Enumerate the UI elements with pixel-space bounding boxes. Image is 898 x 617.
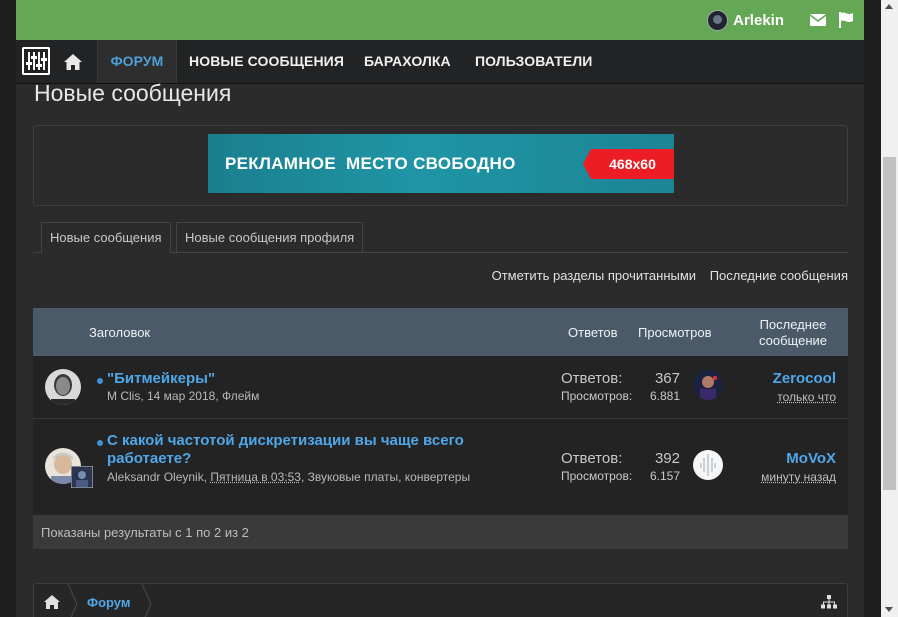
breadcrumb-separator [142, 584, 152, 617]
results-summary: Показаны результаты с 1 по 2 из 2 [33, 516, 848, 549]
latest-posts-link[interactable]: Последние сообщения [710, 268, 848, 283]
home-icon[interactable] [44, 595, 60, 609]
ad-banner[interactable]: РЕКЛАМНОЕ МЕСТО СВОБОДНО 468x60 [208, 134, 674, 193]
tab-new-posts[interactable]: Новые сообщения [41, 222, 171, 253]
tab-new-profile-posts[interactable]: Новые сообщения профиля [176, 222, 364, 252]
replies-label: Ответов: [561, 450, 623, 467]
views-count: 6.881 [649, 389, 680, 403]
scrollbar-thumb[interactable] [883, 157, 896, 490]
scroll-down-arrow-icon[interactable] [885, 607, 893, 612]
tabs: Новые сообщения Новые сообщения профиля [33, 222, 848, 253]
mark-read-link[interactable]: Отметить разделы прочитанными [492, 268, 696, 283]
header-last-post[interactable]: Последнее сообщение [748, 317, 838, 349]
replies-count: 392 [654, 450, 680, 467]
left-gutter [0, 0, 16, 617]
ad-size-badge: 468x60 [583, 149, 674, 179]
nav-new-posts[interactable]: НОВЫЕ СООБЩЕНИЯ [189, 40, 344, 83]
nav-marketplace[interactable]: БАРАХОЛКА [364, 40, 451, 83]
thread-forum[interactable]: Флейм [222, 389, 259, 403]
small-avatar[interactable] [71, 466, 93, 488]
last-poster-name[interactable]: Zerocool [773, 370, 836, 387]
header-replies[interactable]: Ответов [568, 325, 618, 340]
user-menu[interactable]: Arlekin [707, 10, 784, 31]
action-links: Отметить разделы прочитанными Последние … [482, 268, 848, 283]
last-post-time[interactable]: только что [777, 390, 836, 404]
main-nav: ФОРУМ НОВЫЕ СООБЩЕНИЯ БАРАХОЛКА ПОЛЬЗОВА… [16, 40, 864, 84]
thread-title[interactable]: С какой частотой дискретизации вы чаще в… [107, 432, 527, 468]
avatar[interactable] [45, 369, 81, 405]
replies-label: Ответов: [561, 370, 623, 387]
ad-box: РЕКЛАМНОЕ МЕСТО СВОБОДНО 468x60 [33, 125, 848, 206]
breadcrumb-separator [68, 584, 78, 617]
page-title: Новые сообщения [34, 80, 232, 106]
top-bar: Arlekin [16, 0, 864, 40]
thread-author[interactable]: Aleksandr Oleynik [107, 470, 204, 484]
page: Arlekin ФОРУМ НОВЫЕ СООБЩЕНИЯ БАРАХОЛКА … [16, 0, 864, 617]
thread-meta: M Clis, 14 мар 2018, Флейм [107, 389, 260, 403]
thread-author[interactable]: M Clis [107, 389, 140, 403]
ad-text: РЕКЛАМНОЕ МЕСТО СВОБОДНО [225, 154, 516, 173]
nav-users[interactable]: ПОЛЬЗОВАТЕЛИ [475, 40, 592, 83]
thread-date: 14 мар 2018 [147, 389, 216, 403]
home-icon[interactable] [63, 53, 83, 71]
table-row: С какой частотой дискретизации вы чаще в… [33, 419, 848, 516]
equalizer-logo-icon[interactable] [22, 47, 50, 75]
last-poster-avatar[interactable] [693, 450, 723, 480]
views-label: Просмотров: [561, 469, 633, 483]
views-count: 6.157 [649, 469, 680, 483]
scrollbar[interactable] [881, 0, 898, 617]
breadcrumb-forum[interactable]: Форум [87, 595, 130, 610]
last-post-time[interactable]: минуту назад [761, 470, 836, 484]
thread-title[interactable]: "Битмейкеры" [107, 370, 215, 388]
replies-count: 367 [654, 370, 680, 387]
breadcrumb: Форум [33, 583, 848, 617]
views-label: Просмотров: [561, 389, 633, 403]
avatar-icon [707, 10, 729, 31]
last-poster-avatar[interactable] [693, 370, 723, 400]
sitemap-icon[interactable] [821, 595, 837, 610]
nav-forum[interactable]: ФОРУМ [97, 40, 177, 83]
thread-meta: Aleksandr Oleynik, Пятница в 03:53, Звук… [107, 470, 471, 484]
table-header: Заголовок Ответов Просмотров Последнее с… [33, 308, 848, 356]
envelope-icon[interactable] [809, 11, 827, 29]
thread-date: Пятница в 03:53 [210, 470, 301, 484]
last-poster-name[interactable]: MoVoX [786, 450, 836, 467]
header-views[interactable]: Просмотров [638, 325, 712, 340]
table-row: "Битмейкеры" M Clis, 14 мар 2018, Флейм … [33, 356, 848, 419]
unread-dot [97, 378, 103, 384]
username: Arlekin [733, 12, 784, 29]
flag-icon[interactable] [837, 11, 855, 29]
thread-forum[interactable]: Звуковые платы, конвертеры [308, 470, 470, 484]
unread-dot [97, 440, 103, 446]
scroll-up-arrow-icon[interactable] [885, 4, 893, 9]
header-title[interactable]: Заголовок [89, 325, 150, 340]
